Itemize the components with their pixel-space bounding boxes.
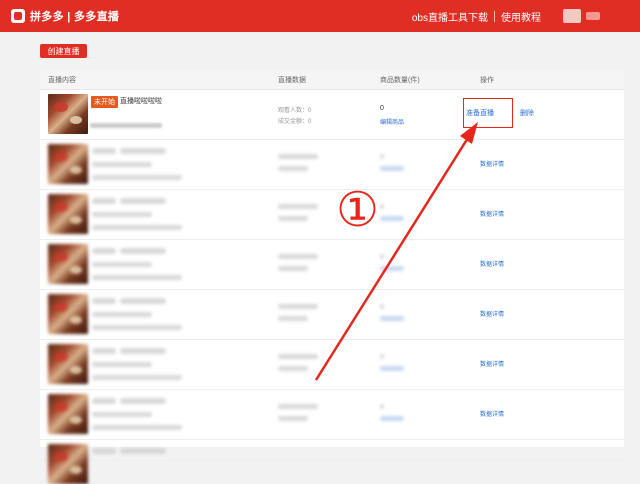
live-cover-image	[48, 344, 88, 384]
data-detail-link[interactable]: 数据详情	[480, 409, 504, 418]
blurred-text	[92, 248, 116, 254]
blurred-link	[380, 216, 404, 221]
blurred-text	[120, 298, 166, 304]
table-row: 数据详情	[40, 240, 624, 290]
live-cover-image	[48, 444, 88, 484]
blurred-text	[278, 204, 318, 209]
data-detail-link[interactable]: 数据详情	[480, 159, 504, 168]
blurred-text	[380, 254, 384, 259]
blurred-text	[380, 154, 384, 159]
blurred-text	[92, 425, 182, 430]
table-row: 未开始 直播啦啦啦啦 观看人数：0 成交金额：0 0 编辑商品 准备直播 删除	[40, 90, 624, 140]
data-detail-link[interactable]: 数据详情	[480, 309, 504, 318]
blurred-text	[92, 398, 116, 404]
data-detail-link[interactable]: 数据详情	[480, 259, 504, 268]
blurred-text	[380, 354, 384, 359]
avatar[interactable]	[563, 9, 581, 23]
prepare-live-link[interactable]: 准备直播	[466, 108, 494, 118]
blurred-text	[278, 304, 318, 309]
blurred-text	[278, 354, 318, 359]
live-cover-image	[48, 394, 88, 434]
blurred-text	[92, 298, 116, 304]
blurred-text	[120, 348, 166, 354]
data-detail-link[interactable]: 数据详情	[480, 209, 504, 218]
status-badge: 未开始	[91, 96, 118, 108]
blurred-text	[278, 404, 318, 409]
live-list-panel: 直播内容 直播数据 商品数量(件) 操作 未开始 直播啦啦啦啦 观看人数：0 成…	[40, 70, 624, 484]
obs-download-link[interactable]: obs直播工具下载	[412, 9, 488, 24]
live-cover-image	[48, 194, 88, 234]
blurred-text	[120, 398, 166, 404]
blurred-text	[92, 412, 152, 417]
live-title: 直播啦啦啦啦	[120, 98, 162, 105]
live-cover-image	[48, 144, 88, 184]
blurred-link	[380, 416, 404, 421]
table-row	[40, 440, 624, 484]
live-cover-image	[48, 94, 88, 134]
account-name-blurred[interactable]	[586, 12, 600, 20]
blurred-text	[120, 148, 166, 154]
table-header: 直播内容 直播数据 商品数量(件) 操作	[40, 70, 624, 90]
column-goods-count: 商品数量(件)	[380, 77, 420, 84]
blurred-link	[380, 166, 404, 171]
blurred-text	[92, 262, 152, 267]
edit-goods-link[interactable]: 编辑商品	[380, 117, 404, 126]
goods-count: 0	[380, 105, 384, 112]
blurred-text	[92, 198, 116, 204]
live-cover-image	[48, 294, 88, 334]
blurred-text	[278, 216, 308, 221]
table-row: 数据详情	[40, 290, 624, 340]
blurred-text	[92, 148, 116, 154]
blurred-link	[380, 366, 404, 371]
blurred-text	[278, 266, 308, 271]
blurred-text	[120, 198, 166, 204]
viewers-stat: 观看人数：0	[278, 108, 312, 114]
blurred-text	[92, 325, 182, 330]
blurred-text	[278, 254, 318, 259]
table-row: 数据详情	[40, 140, 624, 190]
header-divider	[494, 10, 495, 22]
header-links: obs直播工具下载 使用教程	[412, 0, 640, 32]
blurred-text	[380, 304, 384, 309]
blurred-text	[380, 204, 384, 209]
blurred-text	[278, 416, 308, 421]
table-row: 数据详情	[40, 340, 624, 390]
column-live-data: 直播数据	[278, 77, 306, 84]
live-time-blurred	[90, 123, 162, 128]
top-bar: 拼多多 | 多多直播 obs直播工具下载 使用教程	[0, 0, 640, 32]
blurred-text	[92, 362, 152, 367]
blurred-text	[120, 448, 166, 454]
blurred-text	[92, 212, 152, 217]
blurred-text	[380, 404, 384, 409]
column-actions: 操作	[480, 77, 494, 84]
tutorial-link[interactable]: 使用教程	[501, 9, 541, 24]
pinduoduo-logo-icon	[11, 9, 25, 23]
blurred-text	[278, 316, 308, 321]
blurred-text	[92, 275, 182, 280]
data-detail-link[interactable]: 数据详情	[480, 359, 504, 368]
live-cover-image	[48, 244, 88, 284]
blurred-link	[380, 266, 404, 271]
create-live-button[interactable]: 创建直播	[40, 44, 87, 58]
blurred-text	[92, 448, 116, 454]
blurred-text	[92, 312, 152, 317]
blurred-text	[92, 225, 182, 230]
blurred-text	[92, 375, 182, 380]
blurred-link	[380, 316, 404, 321]
brand-title: 拼多多 | 多多直播	[30, 11, 120, 23]
blurred-text	[92, 162, 152, 167]
table-row: 数据详情	[40, 390, 624, 440]
step-number: ①	[336, 182, 380, 238]
delete-link[interactable]: 删除	[520, 108, 534, 118]
blurred-text	[278, 166, 308, 171]
column-live-content: 直播内容	[48, 77, 76, 84]
blurred-text	[278, 154, 318, 159]
blurred-text	[92, 348, 116, 354]
table-row: 数据详情	[40, 190, 624, 240]
blurred-text	[278, 366, 308, 371]
sales-stat: 成交金额：0	[278, 119, 312, 125]
blurred-text	[120, 248, 166, 254]
blurred-text	[92, 175, 182, 180]
